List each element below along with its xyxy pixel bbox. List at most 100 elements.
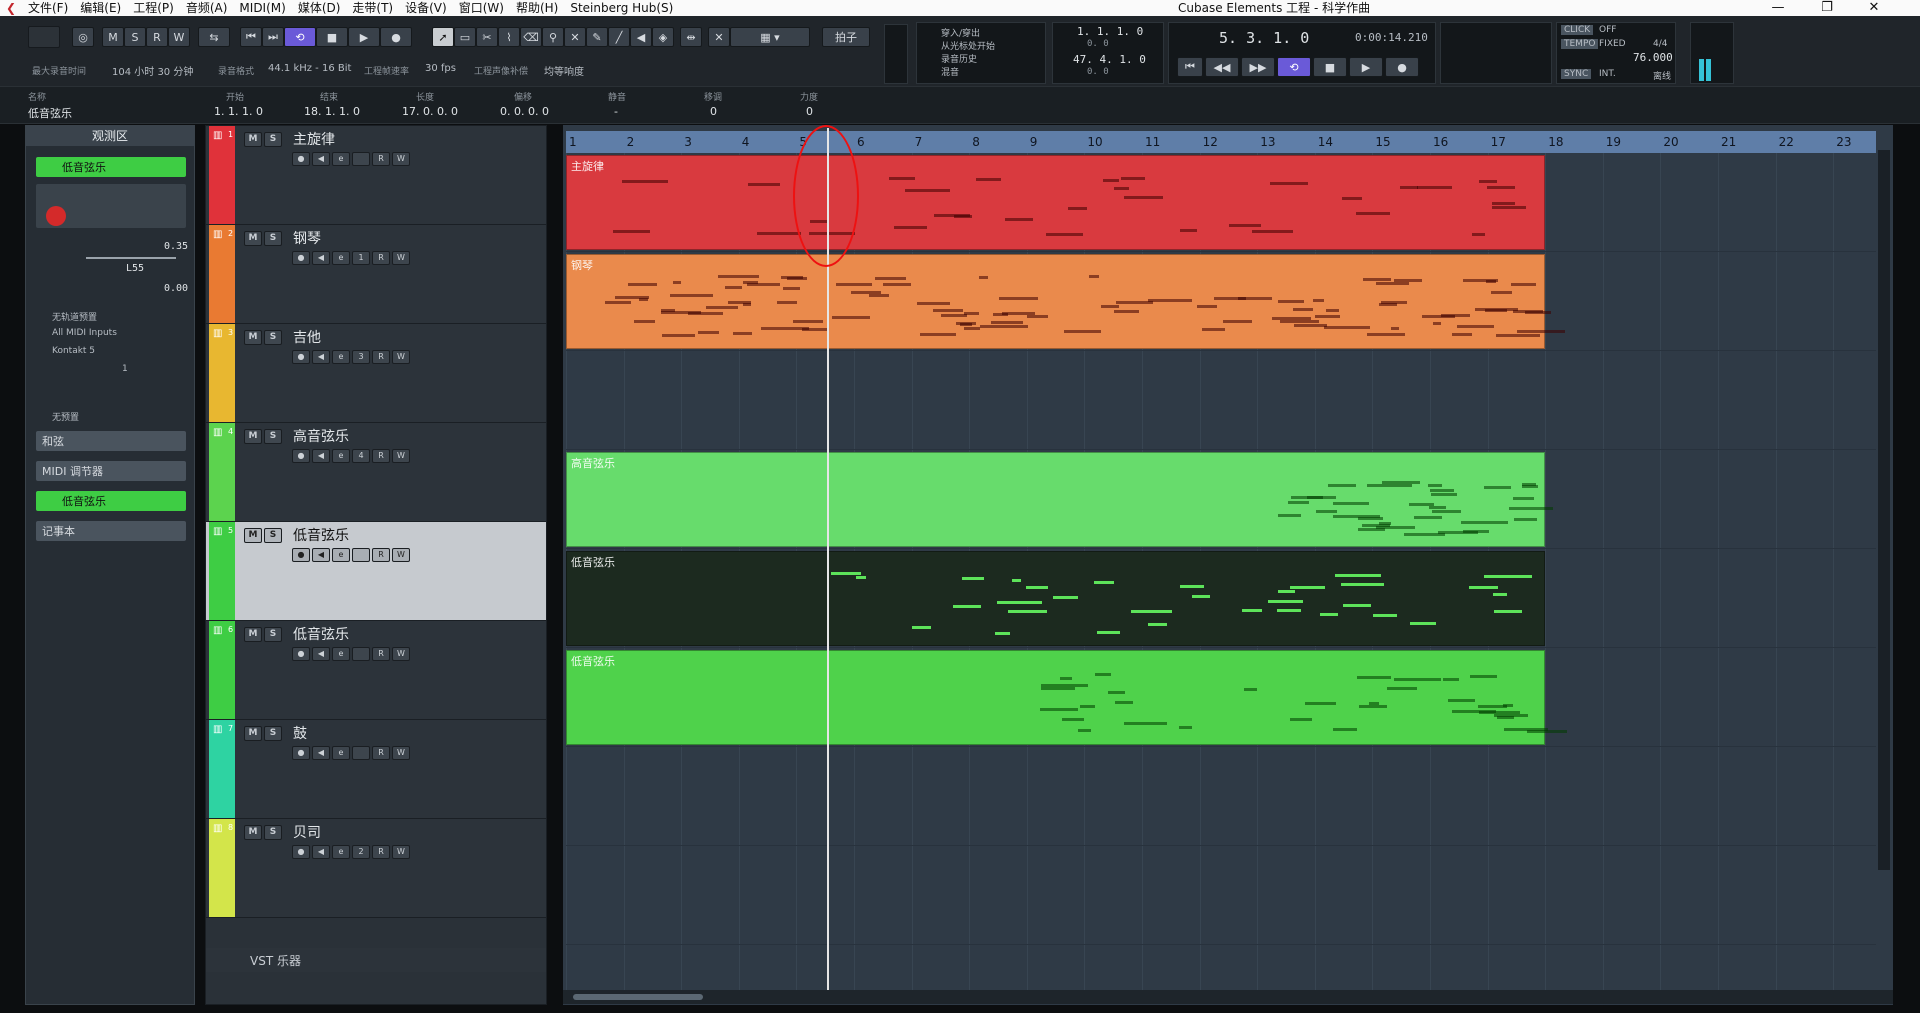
write-button[interactable]: W	[392, 152, 410, 166]
read-button[interactable]: R	[372, 251, 390, 265]
edit-icon[interactable]: e	[332, 647, 350, 661]
write-all-button[interactable]: W	[168, 27, 190, 47]
project-window-icon[interactable]	[28, 26, 60, 48]
track-lane[interactable]: 低音弦乐	[566, 648, 1876, 747]
cubase-logo-icon[interactable]: ❮	[0, 0, 22, 16]
read-button[interactable]: R	[372, 845, 390, 859]
length-value[interactable]: 17. 0. 0. 0	[402, 105, 458, 118]
track-header[interactable]: ▥ 4 M S 高音弦乐 ● ◀ e 4 R W	[206, 423, 546, 522]
menu-project[interactable]: 工程(P)	[127, 0, 180, 16]
solo-all-button[interactable]: S	[124, 27, 146, 47]
track-preset[interactable]: 无轨道预置	[52, 310, 97, 323]
menu-edit[interactable]: 编辑(E)	[74, 0, 127, 16]
inspector-track-name[interactable]: 低音弦乐	[36, 157, 186, 177]
program-preset[interactable]: 无预置	[52, 410, 79, 423]
delay-value[interactable]: 0.00	[164, 283, 188, 294]
position-display[interactable]: 5. 3. 1. 0	[1219, 29, 1309, 47]
track-lane[interactable]: 高音弦乐	[566, 450, 1876, 549]
solo-button[interactable]: S	[264, 528, 282, 543]
mute-all-button[interactable]: M	[102, 27, 124, 47]
constrain-icon[interactable]: ◎	[72, 27, 94, 47]
track-lane[interactable]	[566, 846, 1876, 945]
mute-button[interactable]: M	[244, 132, 262, 147]
track-lane[interactable]: 低音弦乐	[566, 549, 1876, 648]
glue-icon[interactable]: ⌇	[498, 27, 520, 47]
vertical-scrollbar[interactable]	[1878, 150, 1890, 870]
edit-icon[interactable]: e	[332, 152, 350, 166]
tempo-value[interactable]: 76.000	[1633, 51, 1673, 64]
record-history[interactable]: 录音历史	[941, 52, 977, 65]
pan-value[interactable]: L55	[126, 263, 144, 274]
transport-play-icon[interactable]: ▶	[1349, 57, 1383, 77]
end-value[interactable]: 18. 1. 1. 0	[304, 105, 360, 118]
solo-button[interactable]: S	[264, 231, 282, 246]
solo-button[interactable]: S	[264, 726, 282, 741]
monitor-icon[interactable]: ◀	[312, 152, 330, 166]
grid-dropdown[interactable]: ▦ ▾	[730, 27, 810, 47]
mute-button[interactable]: M	[244, 528, 262, 543]
forward-icon[interactable]: ▶▶	[1241, 57, 1275, 77]
transpose-value[interactable]: 0	[710, 105, 717, 118]
record-arm-icon[interactable]: ●	[292, 152, 310, 166]
record-arm-icon[interactable]: ●	[292, 350, 310, 364]
midi-output[interactable]: Kontakt 5	[52, 346, 95, 356]
track-header[interactable]: ▥ 2 M S 钢琴 ● ◀ e 1 R W	[206, 225, 546, 324]
start-at-cursor[interactable]: 从光标处开始	[941, 39, 995, 52]
track-name[interactable]: 低音弦乐	[293, 525, 349, 545]
mute-value[interactable]: -	[614, 105, 618, 118]
object-select-icon[interactable]: ➚	[432, 27, 454, 47]
mute-button[interactable]: M	[244, 429, 262, 444]
edit-icon[interactable]: e	[332, 449, 350, 463]
write-button[interactable]: W	[392, 548, 410, 562]
menu-help[interactable]: 帮助(H)	[510, 0, 564, 16]
section-chords[interactable]: 和弦	[36, 431, 186, 451]
menu-file[interactable]: 文件(F)	[22, 0, 74, 16]
write-button[interactable]: W	[392, 845, 410, 859]
solo-button[interactable]: S	[264, 132, 282, 147]
mute-button[interactable]: M	[244, 231, 262, 246]
speaker-icon[interactable]: ◀	[630, 27, 652, 47]
midi-part[interactable]: 高音弦乐	[566, 452, 1554, 547]
monitor-icon[interactable]: ◀	[312, 350, 330, 364]
mute-button[interactable]: M	[244, 330, 262, 345]
track-header[interactable]: ▥ 8 M S 贝司 ● ◀ e 2 R W	[206, 819, 546, 918]
channel-field[interactable]	[352, 647, 370, 661]
track-name[interactable]: 贝司	[293, 822, 321, 842]
read-button[interactable]: R	[372, 449, 390, 463]
section-instrument[interactable]: 低音弦乐	[36, 491, 186, 511]
channel-field[interactable]	[352, 548, 370, 562]
track-lane[interactable]: 主旋律	[566, 153, 1876, 252]
horizontal-scrollbar[interactable]	[563, 990, 1893, 1004]
midi-channel[interactable]: 1	[122, 364, 128, 374]
minimize-button[interactable]: —	[1761, 0, 1795, 16]
name-value[interactable]: 低音弦乐	[28, 105, 72, 121]
track-lane[interactable]: 钢琴	[566, 252, 1876, 351]
menu-devices[interactable]: 设备(V)	[399, 0, 453, 16]
record-arm-icon[interactable]: ●	[292, 251, 310, 265]
edit-icon[interactable]: e	[332, 746, 350, 760]
arrange-area[interactable]: 1 2 3 4 5 6 7 8 9 10 11 12 13 14 15 16 17 18 19 20 21 22 23 主旋…	[563, 125, 1893, 1005]
transport-record-icon[interactable]: ●	[1385, 57, 1419, 77]
read-button[interactable]: R	[372, 548, 390, 562]
solo-button[interactable]: S	[264, 429, 282, 444]
track-lane[interactable]	[566, 747, 1876, 846]
track-header[interactable]: ▥ 3 M S 吉他 ● ◀ e 3 R W	[206, 324, 546, 423]
mute-tool-icon[interactable]: ✕	[564, 27, 586, 47]
midi-part[interactable]: 低音弦乐	[566, 551, 1545, 646]
vst-folder-track[interactable]: VST 乐器	[206, 948, 546, 972]
right-locator[interactable]: 47. 4. 1. 0	[1073, 53, 1146, 66]
beat-button[interactable]: 拍子	[822, 27, 870, 47]
record-arm-icon[interactable]: ●	[292, 746, 310, 760]
monitor-icon[interactable]: ◀	[312, 647, 330, 661]
edit-icon[interactable]: e	[332, 251, 350, 265]
velocity-value[interactable]: 0	[806, 105, 813, 118]
channel-field[interactable]: 1	[352, 251, 370, 265]
midi-part[interactable]: 钢琴	[566, 254, 1565, 349]
record-arm-icon[interactable]: ●	[292, 449, 310, 463]
channel-field[interactable]: 2	[352, 845, 370, 859]
goto-start-icon[interactable]: ⏮	[240, 27, 262, 47]
read-all-button[interactable]: R	[146, 27, 168, 47]
track-name[interactable]: 主旋律	[293, 129, 335, 149]
write-button[interactable]: W	[392, 746, 410, 760]
monitor-icon[interactable]: ◀	[312, 548, 330, 562]
